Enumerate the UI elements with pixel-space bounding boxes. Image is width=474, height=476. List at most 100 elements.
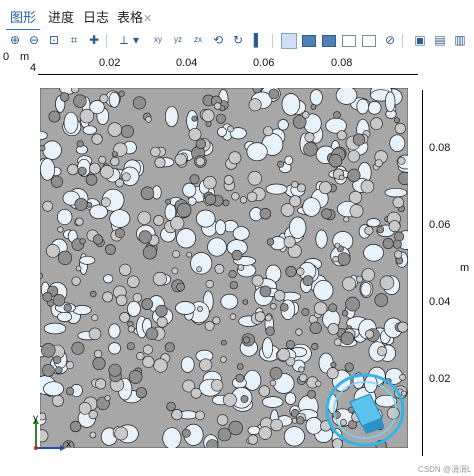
print-icon[interactable]: ▤ [432,32,448,48]
zoom-box-icon[interactable]: ⊡ [46,32,62,48]
pore-region [367,101,382,115]
pore-region [103,274,114,284]
grain-particle [142,355,155,368]
render-box-icon[interactable] [322,35,336,47]
chevron-down-icon[interactable]: ▾ [131,32,141,48]
pore-region [220,293,239,310]
grain-particle [270,418,283,432]
grain-particle [190,387,202,399]
pore-region [389,134,406,152]
grain-particle [394,250,403,259]
grain-particle [299,373,308,382]
grain-particle [376,346,387,357]
grain-particle [118,90,125,97]
grain-particle [71,276,81,286]
snapshot-icon[interactable]: ▣ [412,32,428,48]
grain-particle [79,108,95,124]
tab-table[interactable]: 表格 [113,7,147,29]
pore-region [265,183,288,195]
grain-particle [57,226,64,233]
grain-particle [379,275,395,290]
axis-orientation-icon[interactable]: ⟂ [116,32,132,48]
grain-particle [88,162,101,175]
pore-region [108,323,121,339]
render-transparent-icon[interactable] [342,35,356,47]
grain-particle [48,110,61,123]
view-yz-icon[interactable]: yz [170,32,186,48]
grain-particle [120,124,134,138]
zoom-in-icon[interactable]: ⊕ [7,32,23,48]
grain-particle [115,178,124,188]
grain-particle [228,420,243,436]
grain-particle [91,314,99,322]
grain-particle [231,192,240,201]
pore-region [384,187,408,198]
grain-particle [361,268,375,282]
grain-particle [166,401,176,412]
pore-region [305,417,323,435]
grain-particle [126,342,135,351]
grain-particle [89,431,97,439]
corner-label: 4 [30,62,37,74]
tab-log[interactable]: 日志 [79,7,113,29]
close-icon[interactable]: ✕ [143,12,152,25]
grain-particle [196,266,202,273]
grain-particle [266,238,275,246]
grain-particle [79,238,86,245]
grain-particle [258,426,272,440]
reset-view-icon[interactable]: ↻ [230,32,246,48]
grain-particle [259,207,272,220]
pore-region [262,337,274,359]
grain-particle [85,174,98,186]
tab-graphics[interactable]: 图形 [6,7,41,31]
render-surface-icon[interactable] [302,35,316,47]
grain-particle [76,140,84,148]
y-tick-label: 0.04 [429,296,451,308]
grain-particle [65,387,75,396]
grain-particle [142,344,153,355]
grain-particle [42,200,54,212]
grain-particle [137,211,152,225]
grain-particle [277,348,291,361]
x-axis-line [38,74,418,75]
grain-particle [195,410,205,421]
grain-particle [165,198,172,205]
pore-region [232,226,250,241]
grain-particle [141,298,153,310]
view-zx-icon[interactable]: zx [190,32,206,48]
tab-progress[interactable]: 进度 [44,7,78,29]
grain-particle [251,274,264,287]
pore-region [187,196,197,206]
grain-particle [269,379,277,387]
scene-light-icon[interactable]: ▌ [250,32,266,48]
grain-particle [65,361,75,370]
clipboard-icon[interactable]: ▥ [452,32,468,48]
grain-particle [392,196,404,209]
grain-particle [114,426,128,441]
render-edges-icon[interactable] [362,35,376,47]
grain-particle [277,160,285,168]
grain-particle [101,197,111,208]
grain-particle [40,272,43,279]
x-tick-label: 0.02 [99,57,121,69]
grain-particle [135,387,147,399]
grain-particle [345,296,360,312]
zoom-selection-icon[interactable]: ✚ [86,32,102,48]
zoom-extents-icon[interactable]: ⌗ [66,32,82,48]
grain-particle [388,220,401,233]
selection-gizmo-icon[interactable] [322,372,408,448]
render-wireframe-icon[interactable] [281,33,297,49]
zoom-out-icon[interactable]: ⊖ [26,32,42,48]
grain-particle [170,216,185,231]
grain-particle [213,102,222,110]
y-tick-label: 0.06 [429,219,451,231]
grain-particle [91,133,103,145]
pore-region [283,426,305,447]
grain-particle [365,329,375,339]
view-xy-icon[interactable]: xy [150,32,166,48]
deselect-icon[interactable]: ⊘ [382,32,398,48]
rotate-icon[interactable]: ⟲ [210,32,226,48]
grain-particle [119,263,132,276]
grain-particle [332,255,339,263]
grain-particle [119,312,130,323]
